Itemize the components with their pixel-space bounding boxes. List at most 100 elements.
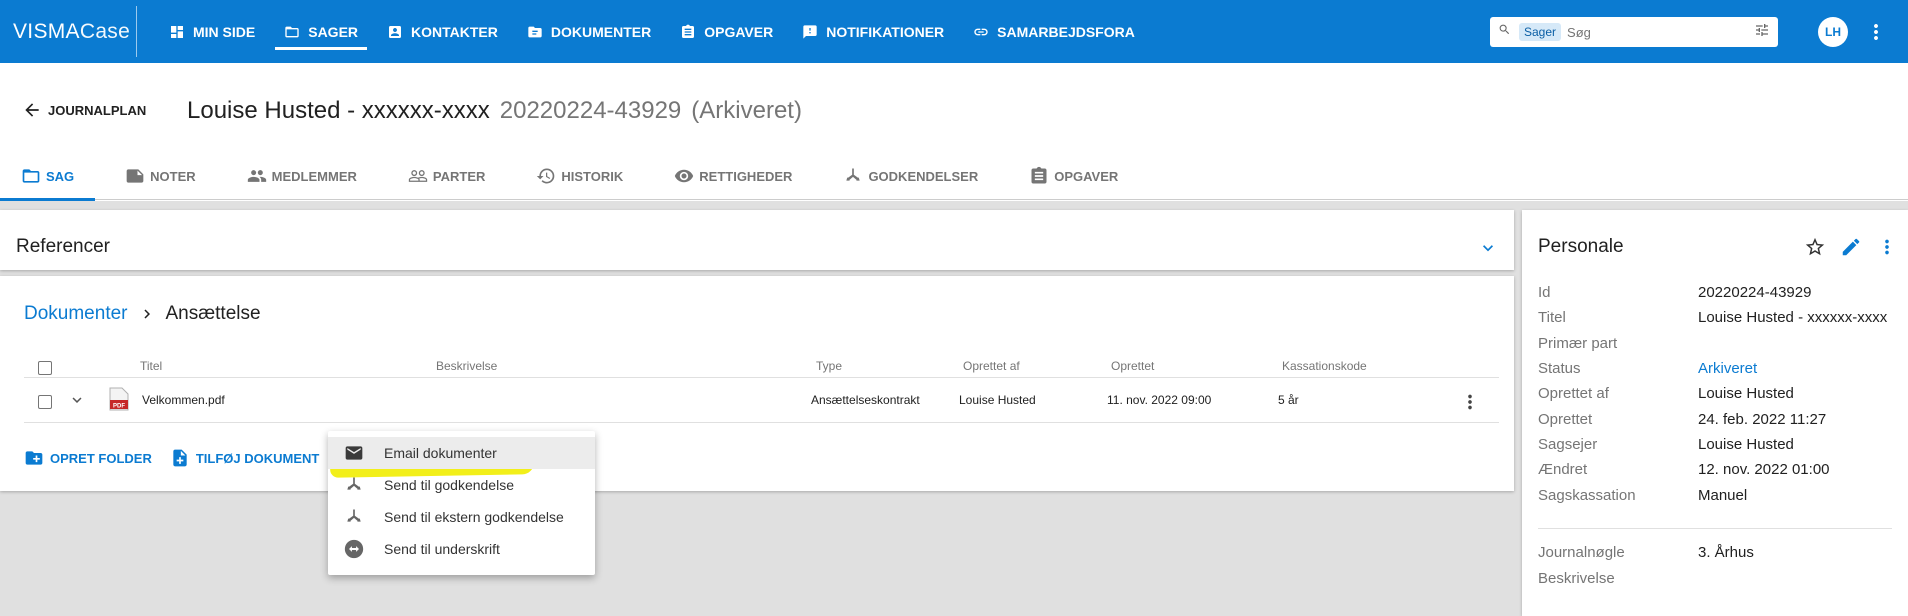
tab-label: SAG bbox=[46, 168, 75, 184]
row-checkbox[interactable] bbox=[38, 395, 52, 409]
brand-part1: VISMA bbox=[13, 20, 80, 43]
email-icon bbox=[344, 443, 364, 463]
expand-chevron-icon[interactable] bbox=[68, 391, 86, 412]
field-value: Louise Husted - xxxxxx-xxxx bbox=[1698, 309, 1888, 326]
more-vert-icon[interactable] bbox=[1876, 236, 1898, 258]
more-vert-icon[interactable] bbox=[1864, 20, 1888, 49]
menu-item-send-signature[interactable]: Send til underskrift bbox=[328, 533, 595, 565]
approval-icon bbox=[344, 475, 364, 495]
menu-item-label: Email dokumenter bbox=[384, 445, 497, 461]
top-bar: VISMACase MIN SIDE SAGER KONTAKTER DOKUM… bbox=[0, 0, 1908, 63]
menu-item-send-approval[interactable]: Send til godkendelse bbox=[328, 469, 595, 501]
search-input[interactable] bbox=[1567, 24, 1738, 40]
menu-item-send-external-approval[interactable]: Send til ekstern godkendelse bbox=[328, 501, 595, 533]
nav-item-sager[interactable]: SAGER bbox=[275, 0, 367, 63]
menu-item-label: Send til godkendelse bbox=[384, 477, 514, 493]
col-type[interactable]: Type bbox=[816, 359, 842, 373]
row-created-by: Louise Husted bbox=[959, 393, 1036, 407]
col-title[interactable]: Titel bbox=[140, 359, 162, 373]
tab-noter[interactable]: NOTER bbox=[104, 152, 217, 200]
row-more-icon[interactable] bbox=[1459, 391, 1481, 416]
field-value: Louise Husted bbox=[1698, 385, 1794, 402]
col-created-by[interactable]: Oprettet af bbox=[963, 359, 1020, 373]
field-key: Beskrivelse bbox=[1538, 570, 1615, 587]
add-document-label: TILFØJ DOKUMENT bbox=[195, 450, 320, 466]
tab-historik[interactable]: HISTORIK bbox=[515, 152, 644, 200]
back-label: JOURNALPLAN bbox=[48, 102, 147, 118]
user-avatar[interactable]: LH bbox=[1818, 17, 1848, 47]
dashboard-icon bbox=[171, 25, 183, 38]
col-description[interactable]: Beskrivelse bbox=[436, 359, 497, 373]
folder-icon bbox=[22, 169, 40, 183]
nav-label: KONTAKTER bbox=[411, 23, 498, 40]
menu-item-email-documents[interactable]: Email dokumenter bbox=[328, 437, 595, 469]
details-divider bbox=[1538, 528, 1892, 529]
field-value: 3. Århus bbox=[1698, 544, 1754, 561]
search-box[interactable]: Sager bbox=[1490, 17, 1778, 47]
field-key: Id bbox=[1538, 284, 1551, 301]
link-icon bbox=[974, 28, 988, 35]
tab-label: NOTER bbox=[150, 168, 196, 184]
field-key: Sagsejer bbox=[1538, 436, 1598, 453]
tab-rettigheder[interactable]: RETTIGHEDER bbox=[653, 152, 813, 200]
visma-case-logo[interactable]: VISMACase bbox=[13, 20, 130, 44]
nav-item-dokumenter[interactable]: DOKUMENTER bbox=[518, 0, 660, 63]
filter-settings-icon[interactable] bbox=[1754, 22, 1770, 43]
tab-opgaver[interactable]: OPGAVER bbox=[1008, 152, 1139, 200]
field-value: 12. nov. 2022 01:00 bbox=[1698, 461, 1830, 478]
nav-label: OPGAVER bbox=[704, 23, 774, 40]
tab-label: OPGAVER bbox=[1054, 168, 1119, 184]
star-icon[interactable] bbox=[1804, 236, 1826, 258]
breadcrumb-root[interactable]: Dokumenter bbox=[24, 303, 128, 325]
tab-label: PARTER bbox=[432, 168, 486, 184]
field-title: Titel Louise Husted - xxxxxx-xxxx bbox=[1538, 309, 1898, 329]
add-document-icon bbox=[173, 449, 187, 467]
row-title[interactable]: Velkommen.pdf bbox=[142, 393, 225, 407]
edit-icon[interactable] bbox=[1840, 236, 1862, 258]
field-key: Status bbox=[1538, 360, 1581, 377]
tab-label: MEDLEMMER bbox=[271, 168, 357, 184]
signature-icon bbox=[344, 539, 364, 559]
table-header: Titel Beskrivelse Type Oprettet af Opret… bbox=[24, 356, 1499, 378]
menu-item-label: Send til ekstern godkendelse bbox=[384, 509, 564, 525]
nav-item-min-side[interactable]: MIN SIDE bbox=[160, 0, 264, 63]
breadcrumb: Dokumenter Ansættelse bbox=[24, 303, 261, 325]
nav-label: SAGER bbox=[308, 23, 359, 40]
select-all-checkbox[interactable] bbox=[38, 361, 52, 375]
field-modified: Ændret 12. nov. 2022 01:00 bbox=[1538, 461, 1898, 481]
references-title: Referencer bbox=[16, 236, 110, 257]
tab-godkendelser[interactable]: GODKENDELSER bbox=[822, 152, 999, 200]
field-key: Oprettet af bbox=[1538, 385, 1609, 402]
tab-medlemmer[interactable]: MEDLEMMER bbox=[226, 152, 378, 200]
nav-item-opgaver[interactable]: OPGAVER bbox=[671, 0, 782, 63]
menu-item-label: Send til underskrift bbox=[384, 541, 500, 557]
document-folder-icon bbox=[528, 26, 542, 37]
table-row[interactable]: PDF Velkommen.pdf Ansættelseskontrakt Lo… bbox=[24, 381, 1499, 423]
search-scope-chip[interactable]: Sager bbox=[1519, 23, 1562, 41]
back-button[interactable]: JOURNALPLAN bbox=[22, 100, 146, 120]
create-folder-label: OPRET FOLDER bbox=[50, 450, 152, 466]
tab-label: RETTIGHEDER bbox=[699, 168, 793, 184]
status-link[interactable]: Arkiveret bbox=[1698, 360, 1757, 377]
document-actions: OPRET FOLDER TILFØJ DOKUMENT bbox=[24, 448, 337, 468]
field-retention: Sagskassation Manuel bbox=[1538, 487, 1898, 507]
references-panel: Referencer bbox=[0, 210, 1514, 270]
nav-item-samarbejdsfora[interactable]: SAMARBEJDSFORA bbox=[964, 0, 1144, 63]
approval-icon bbox=[344, 507, 364, 527]
field-owner: Sagsejer Louise Husted bbox=[1538, 436, 1898, 456]
page-title: Louise Husted - xxxxxx-xxxx 20220224-4392… bbox=[187, 97, 802, 125]
col-retention[interactable]: Kassationskode bbox=[1282, 359, 1367, 373]
case-title: Louise Husted - xxxxxx-xxxx bbox=[187, 97, 490, 124]
create-folder-button[interactable]: OPRET FOLDER bbox=[24, 448, 152, 468]
nav-item-notifikationer[interactable]: NOTIFIKATIONER bbox=[793, 0, 953, 63]
chevron-down-icon[interactable] bbox=[1478, 238, 1498, 263]
clipboard-icon bbox=[682, 24, 695, 38]
people-icon bbox=[247, 170, 266, 182]
field-value: Manuel bbox=[1698, 487, 1748, 504]
col-created[interactable]: Oprettet bbox=[1111, 359, 1154, 373]
brand-part2: Case bbox=[79, 20, 131, 43]
tab-sag[interactable]: SAG bbox=[0, 152, 96, 201]
add-document-button[interactable]: TILFØJ DOKUMENT bbox=[170, 448, 320, 468]
nav-item-kontakter[interactable]: KONTAKTER bbox=[378, 0, 507, 63]
tab-parter[interactable]: PARTER bbox=[387, 152, 506, 200]
